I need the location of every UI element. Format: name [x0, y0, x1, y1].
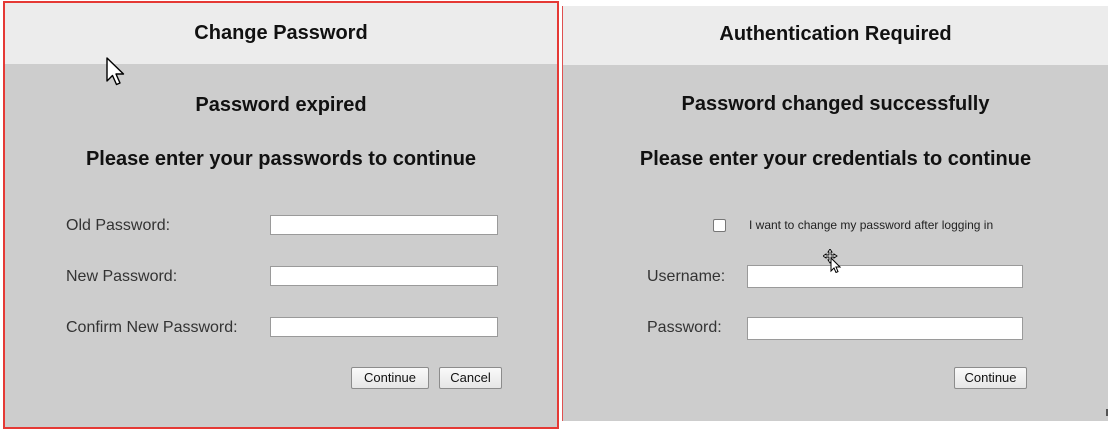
arrow-cursor-icon — [106, 57, 125, 86]
change-password-checkbox-label: I want to change my password after loggi… — [749, 218, 994, 232]
new-password-label: New Password: — [66, 268, 178, 285]
new-password-field[interactable] — [270, 266, 498, 286]
password-changed-heading: Password changed successfully — [681, 93, 990, 115]
continue-button[interactable]: Continue — [351, 367, 429, 389]
password-expired-heading: Password expired — [195, 94, 367, 116]
enter-credentials-heading: Please enter your credentials to continu… — [639, 148, 1032, 170]
edge-divider — [1106, 409, 1108, 416]
change-password-title: Change Password — [5, 3, 557, 64]
old-password-label: Old Password: — [66, 217, 171, 234]
username-label: Username: — [647, 268, 726, 285]
old-password-field[interactable] — [270, 215, 498, 235]
authentication-title: Authentication Required — [563, 6, 1108, 65]
cancel-button[interactable]: Cancel — [439, 367, 502, 389]
authentication-panel: Authentication Required Password changed… — [562, 6, 1108, 421]
password-label: Password: — [647, 319, 722, 336]
change-password-checkbox[interactable] — [713, 219, 726, 232]
continue-button[interactable]: Continue — [954, 367, 1027, 389]
change-password-panel: Change Password Password expired Please … — [3, 1, 559, 429]
username-field[interactable] — [747, 265, 1023, 288]
password-field[interactable] — [747, 317, 1023, 340]
confirm-new-password-field[interactable] — [270, 317, 498, 337]
confirm-new-password-label: Confirm New Password: — [66, 319, 238, 336]
move-cursor-icon — [823, 249, 841, 273]
enter-passwords-heading: Please enter your passwords to continue — [85, 148, 477, 170]
